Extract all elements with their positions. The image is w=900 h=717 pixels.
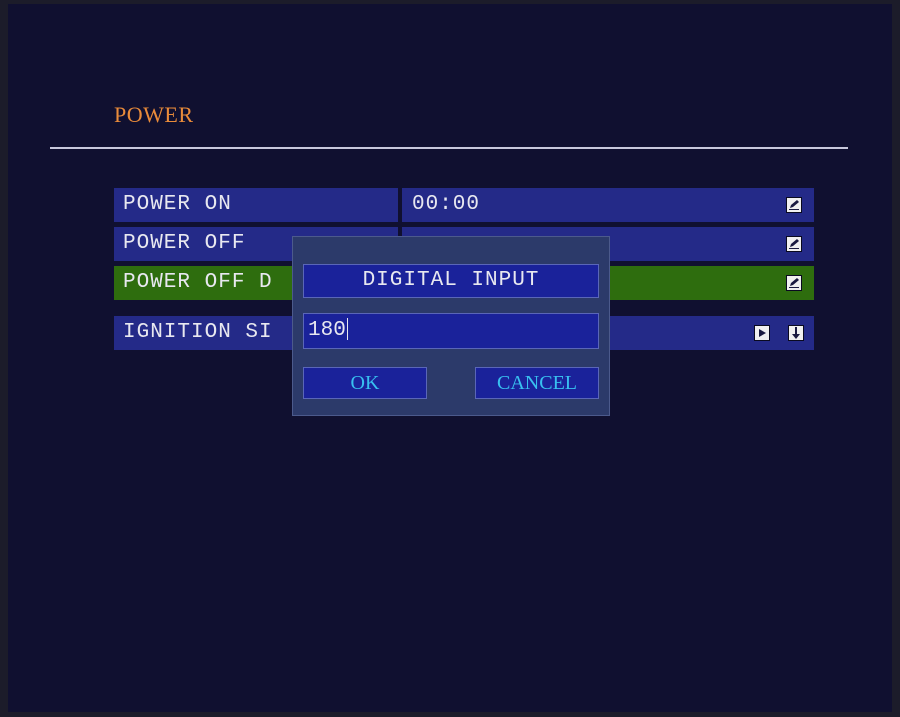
- text-caret: [346, 318, 348, 341]
- cancel-button[interactable]: CANCEL: [475, 367, 599, 399]
- dialog-title: DIGITAL INPUT: [303, 264, 599, 298]
- title-divider: [50, 147, 848, 149]
- row-separator: [398, 188, 402, 222]
- input-value: 180: [308, 319, 346, 342]
- edit-icon[interactable]: [786, 236, 802, 252]
- ok-button[interactable]: OK: [303, 367, 427, 399]
- play-icon[interactable]: [754, 325, 770, 341]
- page-title: POWER: [114, 102, 194, 127]
- row-label: POWER ON: [123, 193, 232, 216]
- digital-input-field[interactable]: 180: [303, 313, 599, 349]
- row-power-on[interactable]: POWER ON 00:00: [114, 188, 814, 222]
- edit-icon[interactable]: [786, 275, 802, 291]
- row-value[interactable]: 00:00: [412, 188, 480, 222]
- edit-icon[interactable]: [786, 197, 802, 213]
- down-arrow-icon[interactable]: [788, 325, 804, 341]
- digital-input-dialog: DIGITAL INPUT 180 OK CANCEL: [292, 236, 610, 416]
- screen: POWER POWER ON 00:00 POWER OFF POWER OFF…: [8, 4, 892, 712]
